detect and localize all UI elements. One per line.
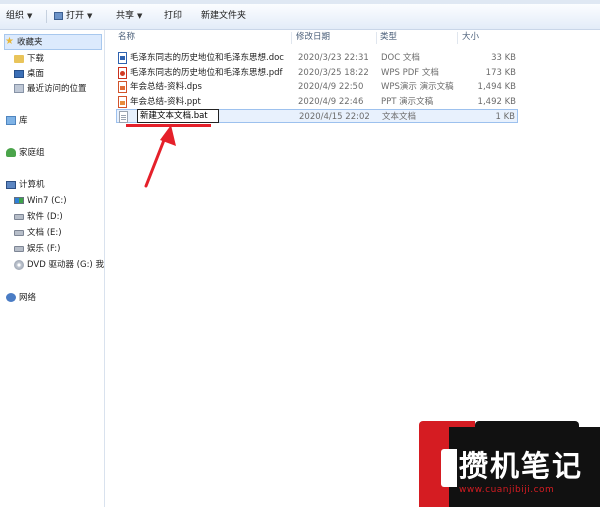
watermark-logo: 攒机笔记 www.cuanjibiji.com [419,421,600,507]
logo-cutout [441,449,457,487]
logo-url: www.cuanjibiji.com [459,485,555,495]
logo-title: 攒机笔记 [459,449,584,483]
